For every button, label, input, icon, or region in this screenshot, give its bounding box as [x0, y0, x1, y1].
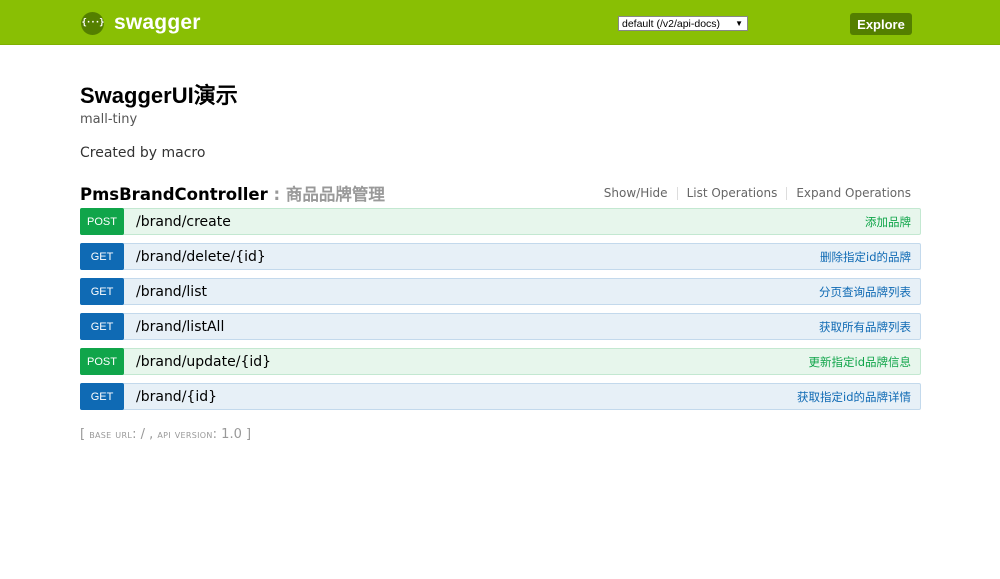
endpoint-summary[interactable]: 添加品牌 — [865, 214, 911, 230]
api-spec-select-value: default (/v2/api-docs) — [622, 17, 721, 30]
show-hide-link[interactable]: Show/Hide — [604, 186, 668, 200]
endpoint-row[interactable]: POST /brand/update/{id} 更新指定id品牌信息 — [80, 348, 921, 375]
swagger-logo-icon: {···} — [81, 11, 105, 35]
method-badge[interactable]: POST — [80, 348, 124, 375]
endpoint-summary[interactable]: 获取所有品牌列表 — [819, 319, 911, 335]
api-version-label: api version — [157, 428, 213, 441]
endpoint-path[interactable]: /brand/{id} — [136, 389, 217, 405]
api-description: Created by macro — [80, 145, 206, 161]
list-operations-link[interactable]: List Operations — [687, 186, 778, 200]
endpoint-path[interactable]: /brand/delete/{id} — [136, 249, 266, 265]
link-divider — [676, 186, 678, 200]
endpoint-path[interactable]: /brand/listAll — [136, 319, 224, 335]
operations-links: Show/Hide List Operations Expand Operati… — [604, 186, 911, 200]
endpoint-path[interactable]: /brand/update/{id} — [136, 354, 271, 370]
endpoint-path[interactable]: /brand/create — [136, 214, 231, 230]
controller-heading[interactable]: PmsBrandController : 商品品牌管理 — [80, 181, 385, 205]
endpoint-list: POST /brand/create 添加品牌 GET /brand/delet… — [80, 208, 921, 418]
base-url-value: : / , — [132, 427, 158, 442]
endpoint-summary[interactable]: 删除指定id的品牌 — [820, 249, 911, 265]
expand-operations-link[interactable]: Expand Operations — [796, 186, 911, 200]
method-badge[interactable]: GET — [80, 313, 124, 340]
top-bar: {···} swagger default (/v2/api-docs) ▼ E… — [0, 0, 1000, 45]
page-title: SwaggerUI演示 — [80, 83, 238, 108]
footer-open-bracket: [ — [80, 427, 90, 442]
api-spec-select[interactable]: default (/v2/api-docs) ▼ — [618, 16, 748, 31]
swagger-logo[interactable]: {···} swagger — [81, 11, 201, 35]
explore-button[interactable]: Explore — [850, 13, 912, 35]
api-footer: [ base url: / , api version: 1.0 ] — [80, 427, 251, 442]
dropdown-arrow-icon: ▼ — [735, 19, 743, 28]
endpoint-row[interactable]: GET /brand/listAll 获取所有品牌列表 — [80, 313, 921, 340]
api-version-value: : 1.0 — [212, 427, 246, 442]
endpoint-summary[interactable]: 更新指定id品牌信息 — [809, 354, 912, 370]
footer-close-bracket: ] — [245, 427, 252, 442]
swagger-logo-text: swagger — [114, 11, 201, 34]
endpoint-row[interactable]: GET /brand/{id} 获取指定id的品牌详情 — [80, 383, 921, 410]
page-subtitle: mall-tiny — [80, 112, 138, 127]
base-url-label: base url — [89, 428, 133, 441]
endpoint-summary[interactable]: 分页查询品牌列表 — [819, 284, 911, 300]
method-badge[interactable]: GET — [80, 243, 124, 270]
method-badge[interactable]: POST — [80, 208, 124, 235]
endpoint-summary[interactable]: 获取指定id的品牌详情 — [797, 389, 911, 405]
method-badge[interactable]: GET — [80, 383, 124, 410]
method-badge[interactable]: GET — [80, 278, 124, 305]
controller-separator: : — [267, 185, 286, 204]
link-divider — [786, 186, 788, 200]
controller-description: 商品品牌管理 — [285, 185, 385, 204]
endpoint-row[interactable]: POST /brand/create 添加品牌 — [80, 208, 921, 235]
endpoint-row[interactable]: GET /brand/delete/{id} 删除指定id的品牌 — [80, 243, 921, 270]
endpoint-path[interactable]: /brand/list — [136, 284, 207, 300]
controller-name[interactable]: PmsBrandController — [80, 185, 268, 204]
endpoint-row[interactable]: GET /brand/list 分页查询品牌列表 — [80, 278, 921, 305]
